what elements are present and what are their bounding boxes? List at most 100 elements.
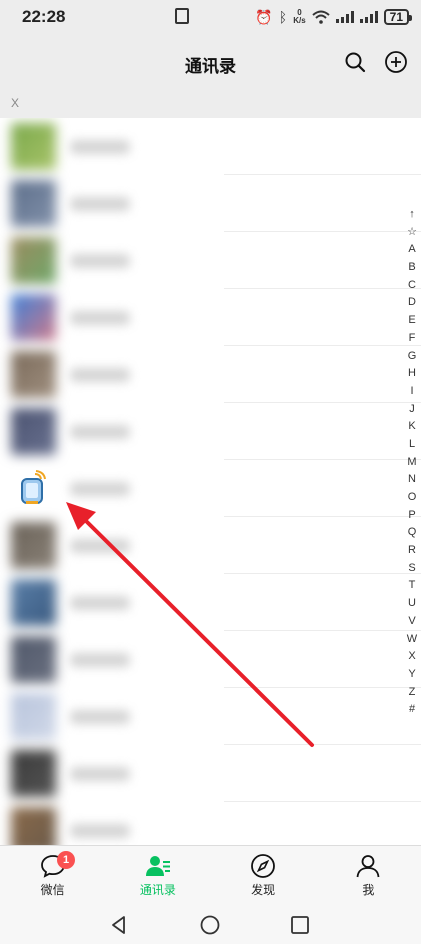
unread-badge: 1: [57, 851, 75, 869]
contact-row[interactable]: [0, 289, 421, 346]
contact-row[interactable]: [0, 574, 421, 631]
tab-me[interactable]: 我: [316, 846, 421, 903]
index-letter[interactable]: T: [404, 577, 420, 595]
index-letter[interactable]: F: [404, 330, 420, 348]
index-letter[interactable]: E: [404, 312, 420, 330]
index-letter[interactable]: W: [404, 631, 420, 649]
index-letter[interactable]: Z: [404, 684, 420, 702]
index-letter[interactable]: M: [404, 454, 420, 472]
index-letter[interactable]: Q: [404, 524, 420, 542]
contact-avatar: [11, 522, 56, 569]
plus-circle-icon[interactable]: [384, 50, 408, 74]
status-bar: 22:28 ⏰ ᛒ 0 K/s 71: [0, 0, 421, 34]
person-icon: [356, 855, 380, 878]
contact-list[interactable]: [0, 118, 421, 845]
tab-discover[interactable]: 发现: [211, 846, 316, 903]
index-letter[interactable]: B: [404, 259, 420, 277]
signal-icon-2: [359, 11, 378, 23]
contact-avatar: [11, 237, 56, 284]
contact-row[interactable]: [0, 517, 421, 574]
index-letter[interactable]: R: [404, 542, 420, 560]
contact-name-redacted: [70, 197, 130, 211]
contact-avatar: [11, 636, 56, 683]
search-icon[interactable]: [343, 50, 367, 74]
alarm-icon: ⏰: [255, 8, 273, 25]
recents-icon[interactable]: [289, 914, 311, 936]
contact-row[interactable]: [0, 175, 421, 232]
contact-name-redacted: [70, 425, 130, 439]
contact-avatar: [11, 807, 56, 845]
system-nav-bar: [0, 903, 421, 944]
contact-row[interactable]: [0, 745, 421, 802]
index-letter[interactable]: D: [404, 294, 420, 312]
index-letter[interactable]: V: [404, 613, 420, 631]
index-letter[interactable]: P: [404, 507, 420, 525]
contact-avatar: [11, 294, 56, 341]
contact-name-redacted: [70, 140, 130, 154]
contact-avatar: [11, 693, 56, 740]
index-letter[interactable]: S: [404, 560, 420, 578]
index-letter[interactable]: C: [404, 277, 420, 295]
contact-row[interactable]: [0, 802, 421, 845]
index-letter[interactable]: G: [404, 348, 420, 366]
contact-avatar: [11, 351, 56, 398]
watch-device-icon: [21, 470, 46, 504]
index-letter[interactable]: N: [404, 471, 420, 489]
contact-avatar: [14, 470, 50, 506]
bluetooth-icon: ᛒ: [278, 9, 288, 25]
contact-avatar: [11, 750, 56, 797]
alphabet-index[interactable]: ↑ ☆ A B C D E F G H I J K L M N O P Q R S T U V W X Y Z #: [404, 206, 420, 719]
home-icon[interactable]: [199, 914, 221, 936]
wechat-contacts-screen: 22:28 ⏰ ᛒ 0 K/s 71 通讯录 X ↑ ☆ A B C D E F…: [0, 0, 421, 944]
index-letter[interactable]: H: [404, 365, 420, 383]
section-hint: X: [11, 96, 20, 110]
index-letter[interactable]: O: [404, 489, 420, 507]
contact-row[interactable]: [0, 346, 421, 403]
contact-name-redacted: [70, 254, 130, 268]
net-speed: 0 K/s: [293, 9, 305, 25]
index-letter[interactable]: ↑: [404, 206, 420, 224]
contact-row[interactable]: [0, 403, 421, 460]
contacts-icon: [145, 856, 170, 876]
tab-label-me: 我: [362, 883, 375, 897]
compass-icon: [251, 854, 276, 878]
contact-row[interactable]: [0, 688, 421, 745]
contact-name-redacted: [70, 824, 130, 838]
net-speed-unit: K/s: [293, 16, 306, 25]
index-letter[interactable]: X: [404, 648, 420, 666]
wifi-icon: [311, 10, 330, 24]
index-letter[interactable]: L: [404, 436, 420, 454]
status-indicators: ⏰ ᛒ 0 K/s 71: [255, 6, 413, 28]
contact-row[interactable]: [0, 631, 421, 688]
contact-name-redacted: [70, 767, 130, 781]
index-letter[interactable]: ☆: [404, 224, 420, 242]
index-letter[interactable]: J: [404, 401, 420, 419]
contact-row[interactable]: [0, 460, 421, 517]
bottom-tab-bar: 1 微信 通讯录 发现 我: [0, 845, 421, 903]
index-letter[interactable]: I: [404, 383, 420, 401]
contact-name-redacted: [70, 311, 130, 325]
battery-icon: 71: [383, 9, 413, 25]
contact-name-redacted: [70, 368, 130, 382]
index-letter[interactable]: U: [404, 595, 420, 613]
contact-name-redacted: [70, 539, 130, 553]
index-letter[interactable]: #: [404, 701, 420, 719]
contact-name-redacted: [70, 482, 130, 496]
tab-contacts[interactable]: 通讯录: [105, 846, 210, 903]
index-letter[interactable]: K: [404, 418, 420, 436]
contact-name-redacted: [70, 653, 130, 667]
tab-label-discover: 发现: [251, 883, 276, 897]
contact-row[interactable]: [0, 118, 421, 175]
index-letter[interactable]: Y: [404, 666, 420, 684]
index-letter[interactable]: A: [404, 241, 420, 259]
tab-label-contacts: 通讯录: [139, 883, 176, 897]
tab-chats[interactable]: 1 微信: [0, 846, 105, 903]
signal-icon-1: [335, 11, 354, 23]
status-time: 22:28: [22, 7, 66, 26]
contact-avatar: [11, 180, 56, 227]
contact-row[interactable]: [0, 232, 421, 289]
contact-name-redacted: [70, 710, 130, 724]
tab-label-chats: 微信: [40, 883, 65, 897]
back-icon[interactable]: [108, 914, 130, 936]
contact-avatar: [11, 408, 56, 455]
